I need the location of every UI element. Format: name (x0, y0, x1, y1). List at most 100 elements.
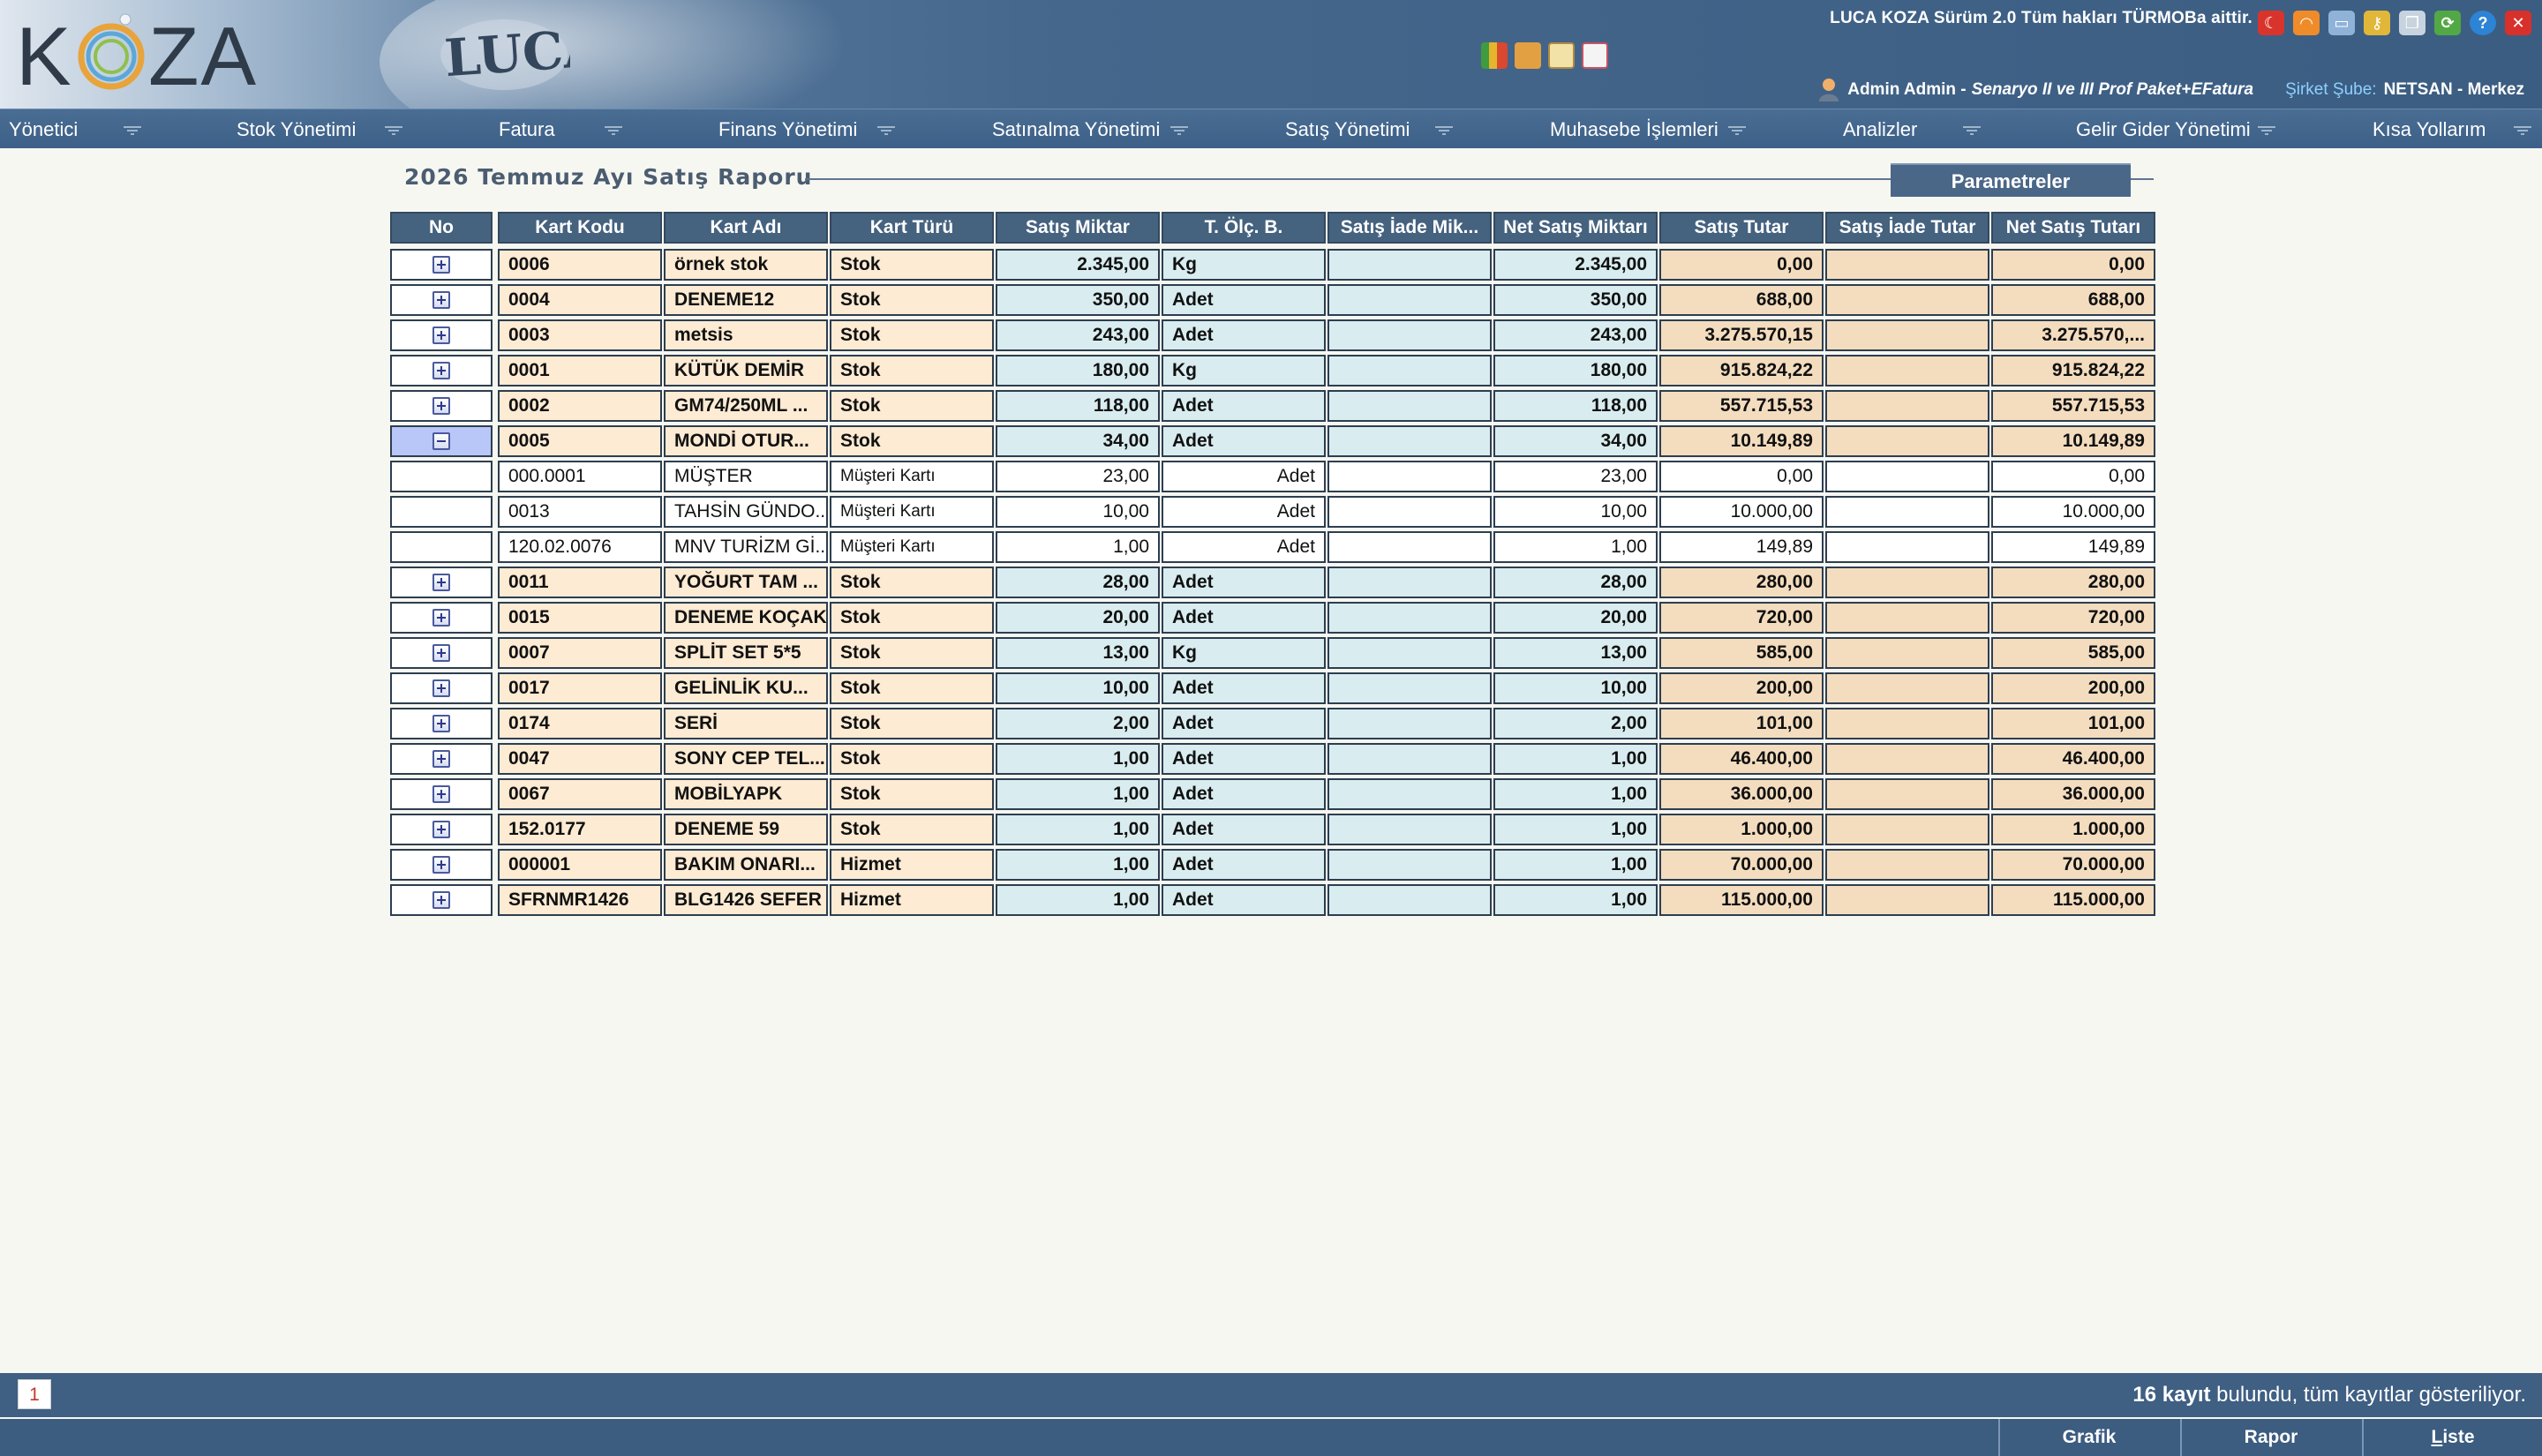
menu-satinalma-yonetimi[interactable]: Satınalma Yönetimi (992, 109, 1160, 149)
close-icon[interactable]: ✕ (2505, 11, 2531, 35)
expand-plus-icon[interactable] (432, 397, 450, 415)
column-header-net-satis-miktari[interactable]: Net Satış Miktarı (1493, 212, 1658, 244)
expand-plus-icon[interactable] (432, 644, 450, 662)
column-header-satis-iade-tutar[interactable]: Satış İade Tutar (1825, 212, 1989, 244)
rss-icon[interactable]: ◠ (2293, 11, 2320, 35)
kart-kodu-cell: 0067 (498, 778, 662, 810)
no-cell[interactable] (390, 531, 493, 563)
user-info: Admin Admin - Senaryo II ve III Prof Pak… (1817, 78, 2524, 102)
liste-button[interactable]: Liste (2362, 1419, 2542, 1456)
expand-plus-icon[interactable] (432, 891, 450, 909)
net-satis-miktari-cell: 28,00 (1493, 567, 1658, 598)
parameters-button[interactable]: Parametreler (1891, 163, 2131, 197)
no-cell[interactable] (390, 496, 493, 528)
menu-stok-yonetimi[interactable]: Stok Yönetimi (237, 109, 356, 149)
menu-gelir-gider-yonetimi[interactable]: Gelir Gider Yönetimi (2076, 109, 2251, 149)
no-cell[interactable] (390, 461, 493, 492)
menu-fatura[interactable]: Fatura (499, 109, 555, 149)
column-header-satis-iade-miktar[interactable]: Satış İade Mik... (1327, 212, 1492, 244)
refresh-icon[interactable]: ⟳ (2434, 11, 2461, 35)
column-header-kart-kodu[interactable]: Kart Kodu (498, 212, 662, 244)
grafik-button[interactable]: Grafik (1998, 1419, 2178, 1456)
no-cell[interactable] (390, 425, 493, 457)
no-cell[interactable] (390, 319, 493, 351)
no-cell[interactable] (390, 884, 493, 916)
chevron-down-icon[interactable] (605, 126, 622, 135)
menu-satis-yonetimi[interactable]: Satış Yönetimi (1285, 109, 1410, 149)
satis-iade-tutar-cell (1825, 496, 1989, 528)
column-header-kart-adi[interactable]: Kart Adı (664, 212, 828, 244)
expand-plus-icon[interactable] (432, 609, 450, 627)
chevron-down-icon[interactable] (1963, 126, 1981, 135)
rapor-button[interactable]: Rapor (2180, 1419, 2360, 1456)
chevron-down-icon[interactable] (2258, 126, 2275, 135)
satis-tutar-cell: 0,00 (1659, 461, 1824, 492)
menu-muhasebe-islemleri[interactable]: Muhasebe İşlemleri (1550, 109, 1718, 149)
presentation-icon[interactable] (1582, 42, 1608, 69)
branch-value[interactable]: NETSAN - Merkez (2384, 80, 2524, 100)
expand-plus-icon[interactable] (432, 785, 450, 803)
chart-icon[interactable] (1481, 42, 1508, 69)
package-icon[interactable] (1515, 42, 1541, 69)
menu-kisa-yollarim[interactable]: Kısa Yollarım (2373, 109, 2486, 149)
satis-miktar-cell: 10,00 (996, 672, 1160, 704)
satis-iade-miktar-cell (1327, 849, 1492, 881)
kart-adi-cell: SERİ (664, 708, 828, 739)
satis-tutar-cell: 101,00 (1659, 708, 1824, 739)
no-cell[interactable] (390, 778, 493, 810)
window-icon[interactable]: ▭ (2328, 11, 2355, 35)
column-header-kart-turu[interactable]: Kart Türü (830, 212, 994, 244)
menu-finans-yonetimi[interactable]: Finans Yönetimi (718, 109, 857, 149)
no-cell[interactable] (390, 672, 493, 704)
help-icon[interactable]: ? (2470, 11, 2496, 35)
chevron-down-icon[interactable] (124, 126, 141, 135)
no-cell[interactable] (390, 284, 493, 316)
satis-iade-miktar-cell (1327, 390, 1492, 422)
no-cell[interactable] (390, 355, 493, 387)
no-cell[interactable] (390, 708, 493, 739)
column-header-satis-miktar[interactable]: Satış Miktar (996, 212, 1160, 244)
net-satis-miktari-cell: 1,00 (1493, 814, 1658, 845)
column-header-net-satis-tutari[interactable]: Net Satış Tutarı (1991, 212, 2155, 244)
key-icon[interactable]: ⚷ (2364, 11, 2390, 35)
chevron-down-icon[interactable] (1170, 126, 1188, 135)
column-header-satis-tutar[interactable]: Satış Tutar (1659, 212, 1824, 244)
scenario-name: Senaryo II ve III Prof Paket+EFatura (1971, 80, 2254, 99)
no-cell[interactable] (390, 814, 493, 845)
column-header-no[interactable]: No (390, 212, 493, 244)
no-cell[interactable] (390, 249, 493, 281)
no-cell[interactable] (390, 390, 493, 422)
turkish-flag-icon[interactable]: ☾ (2258, 11, 2284, 35)
chevron-down-icon[interactable] (877, 126, 895, 135)
no-cell[interactable] (390, 602, 493, 634)
chevron-down-icon[interactable] (385, 126, 402, 135)
satis-iade-tutar-cell (1825, 849, 1989, 881)
expand-plus-icon[interactable] (432, 256, 450, 274)
column-header-olcu-birimi[interactable]: T. Ölç. B. (1162, 212, 1326, 244)
chevron-down-icon[interactable] (2514, 126, 2531, 135)
menu-analizler[interactable]: Analizler (1843, 109, 1917, 149)
no-cell[interactable] (390, 743, 493, 775)
expand-plus-icon[interactable] (432, 291, 450, 309)
no-cell[interactable] (390, 849, 493, 881)
expand-plus-icon[interactable] (432, 715, 450, 732)
document-pen-icon[interactable] (1548, 42, 1575, 69)
satis-iade-miktar-cell (1327, 284, 1492, 316)
expand-plus-icon[interactable] (432, 856, 450, 874)
expand-plus-icon[interactable] (432, 821, 450, 838)
no-cell[interactable] (390, 567, 493, 598)
collapse-minus-icon[interactable] (432, 432, 450, 450)
no-cell[interactable] (390, 637, 493, 669)
expand-plus-icon[interactable] (432, 679, 450, 697)
chevron-down-icon[interactable] (1728, 126, 1746, 135)
expand-plus-icon[interactable] (432, 750, 450, 768)
satis-tutar-cell: 70.000,00 (1659, 849, 1824, 881)
expand-plus-icon[interactable] (432, 362, 450, 379)
page-number[interactable]: 1 (18, 1379, 51, 1409)
menu-yonetici[interactable]: Yönetici (9, 109, 78, 149)
net-satis-tutari-cell: 280,00 (1991, 567, 2155, 598)
chevron-down-icon[interactable] (1435, 126, 1453, 135)
expand-plus-icon[interactable] (432, 326, 450, 344)
expand-plus-icon[interactable] (432, 574, 450, 591)
copy-icon[interactable]: ❐ (2399, 11, 2425, 35)
